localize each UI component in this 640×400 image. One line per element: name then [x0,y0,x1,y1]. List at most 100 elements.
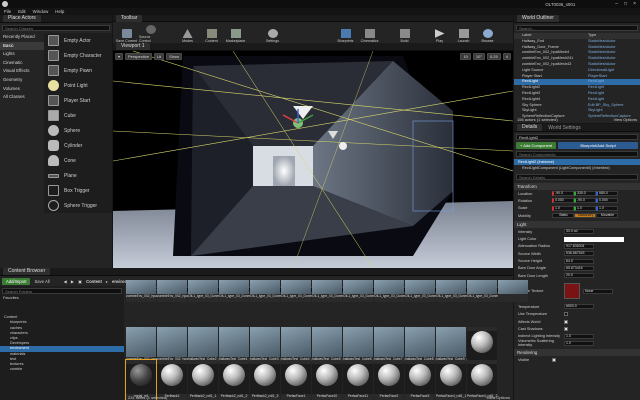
show-button[interactable]: Show [166,52,183,60]
forward-icon[interactable]: ▶ [71,279,74,284]
visible-checkbox[interactable] [552,357,556,362]
actor-item[interactable]: Empty Character [44,48,112,63]
asset-tile[interactable]: Perfback2_roll1_1 [188,360,218,400]
save-all-button[interactable]: Save All [34,279,49,284]
category-visual-effects[interactable]: Visual Effects [0,67,44,76]
rotation-x-field[interactable]: 0.000 [552,198,574,204]
blueprints-button[interactable]: Blueprints [334,22,357,43]
search-classes-input[interactable]: Search Classes [2,25,110,31]
category-geometry[interactable]: Geometry [0,76,44,85]
grid-snap-value[interactable]: 10 [460,52,471,60]
transform-section-header[interactable]: Transform [514,183,640,190]
marketplace-button[interactable]: Marketplace [224,22,247,43]
tab-world-settings[interactable]: World Settings [544,125,584,131]
property-checkbox[interactable] [564,326,568,331]
mobility-stationary-option[interactable]: Stationary [574,213,596,219]
mobility-movable-option[interactable]: Movable [596,213,618,219]
property-value-field[interactable]: 536.887543 [564,251,594,257]
asset-tile[interactable]: PerfacFace3 [405,360,435,400]
category-recently-placed[interactable]: Recently Placed [0,33,44,42]
property-value-field[interactable]: 6500.0 [564,304,594,310]
asset-tile[interactable]: OIL1_type_03_Dunm1 [188,280,221,302]
build-button[interactable]: Build [393,22,416,43]
category-basic[interactable]: Basic [0,41,44,51]
light-color-swatch[interactable] [564,236,624,242]
asset-tile[interactable]: OIL1_type_03_Dunm1 [250,280,283,302]
asset-tile[interactable]: Perfback2 [157,360,187,400]
scale-z-field[interactable]: 1.0 [596,205,618,211]
category-volumes[interactable]: Volumes [0,85,44,94]
perspective-button[interactable]: Perspective [125,52,152,60]
actor-item[interactable]: Player Start [44,93,112,108]
rendering-section-header[interactable]: Rendering [514,349,640,357]
property-value-field[interactable]: 30.0 cd [564,229,594,235]
actor-item[interactable]: Point Light [44,78,112,93]
property-checkbox[interactable] [564,312,568,317]
source-control-button[interactable]: Source Control [139,22,162,43]
play-button[interactable]: Play [428,22,451,43]
asset-tile[interactable]: OIL1_type_03_Dunm1 [467,280,500,302]
close-icon[interactable]: × [633,1,636,7]
mobility-static-option[interactable]: Static [552,213,574,219]
asset-tile[interactable]: Perfback2_roll1_2 [219,360,249,400]
category-cinematic[interactable]: Cinematic [0,59,44,68]
viewport-options-button[interactable]: ▾ [115,52,124,60]
asset-tile[interactable]: OIL1_type_03_Dunm1 [374,280,407,302]
actor-item[interactable]: Cube [44,108,112,123]
asset-tile[interactable]: Perfback2_roll1_3 [250,360,280,400]
actor-item[interactable]: Box Trigger [44,183,112,198]
tab-place-actors[interactable]: Place Actors [3,15,41,22]
menu-file[interactable]: File [4,9,11,14]
menu-help[interactable]: Help [55,9,64,14]
launch-button[interactable]: Launch [452,22,475,43]
rotation-z-field[interactable]: 0.000 [596,198,618,204]
outliner-search-input[interactable]: Search... [516,25,638,31]
settings-button[interactable]: Settings [261,22,284,43]
asset-tile[interactable]: OIL1_type_03_Dunm1 [219,280,252,302]
asset-tile[interactable]: PerfacFace11 [343,360,373,400]
viewport-panel[interactable]: Viewport 1 ▾ Perspective Lit Show 10 10°… [113,43,513,268]
scale-x-field[interactable]: 1.0 [552,205,574,211]
outliner-view-options[interactable]: View Options [614,117,638,122]
back-icon[interactable]: ◀ [64,279,67,284]
light-section-header[interactable]: Light [514,221,640,229]
asset-tile[interactable]: PerfacFace4_roll1_2 [467,360,497,400]
menu-edit[interactable]: Edit [18,9,26,14]
component-rectlight[interactable]: RectLightComponent (LightComponent0) (In… [514,165,640,171]
add-component-button[interactable]: + Add Component [516,142,557,149]
actor-item[interactable]: Plane [44,168,112,183]
content-button[interactable]: Content [200,22,223,43]
actor-item[interactable]: Cone [44,153,112,168]
asset-tile[interactable]: OIL1_type_03_Dunm1 [436,280,469,302]
asset-tile[interactable]: PerfacFace2 [374,360,404,400]
tab-world-outliner[interactable]: World Outliner [517,15,559,22]
scale-y-field[interactable]: 1.0 [574,205,596,211]
rotation-y-field[interactable]: -90.0 [574,198,596,204]
search-folders-input[interactable]: Search Folders [2,288,122,294]
location-y-field[interactable]: 330.0 [574,191,596,197]
camera-speed-value[interactable]: 4 [502,52,511,60]
tab-viewport[interactable]: Viewport 1 [116,43,150,50]
minimize-icon[interactable]: – [615,1,618,7]
property-value-field[interactable]: 64.0 [564,258,594,264]
content-view-options[interactable]: View Options [487,395,511,400]
cinematics-button[interactable]: Cinematics [358,22,381,43]
category-lights[interactable]: Lights [0,50,44,59]
modes-button[interactable]: Modes [176,22,199,43]
viewport-scene[interactable] [113,51,513,268]
property-value-field[interactable]: 65.673416 [564,265,594,271]
browse-button[interactable]: Browse [476,22,499,43]
category-all-classes[interactable]: All Classes [0,93,44,102]
scale-snap-value[interactable]: 0.25 [486,52,501,60]
tab-content-browser[interactable]: Content Browser [3,268,51,275]
source-texture-select[interactable]: None [583,288,613,294]
location-z-field[interactable]: 580.0 [596,191,618,197]
actor-item[interactable]: Empty Actor [44,33,112,48]
blueprint-script-button[interactable]: Blueprint/Add Script [558,142,638,149]
property-value-field[interactable]: 917.836304 [564,243,594,249]
search-details-input[interactable]: Search Details [516,174,638,180]
save-current-button[interactable]: Save Current [115,22,138,43]
asset-tile[interactable]: zombieEnv_002_hpaMesh [157,280,196,302]
favorites-header[interactable]: Favorites [0,296,124,301]
property-value-field[interactable]: 1.0 [564,340,594,346]
